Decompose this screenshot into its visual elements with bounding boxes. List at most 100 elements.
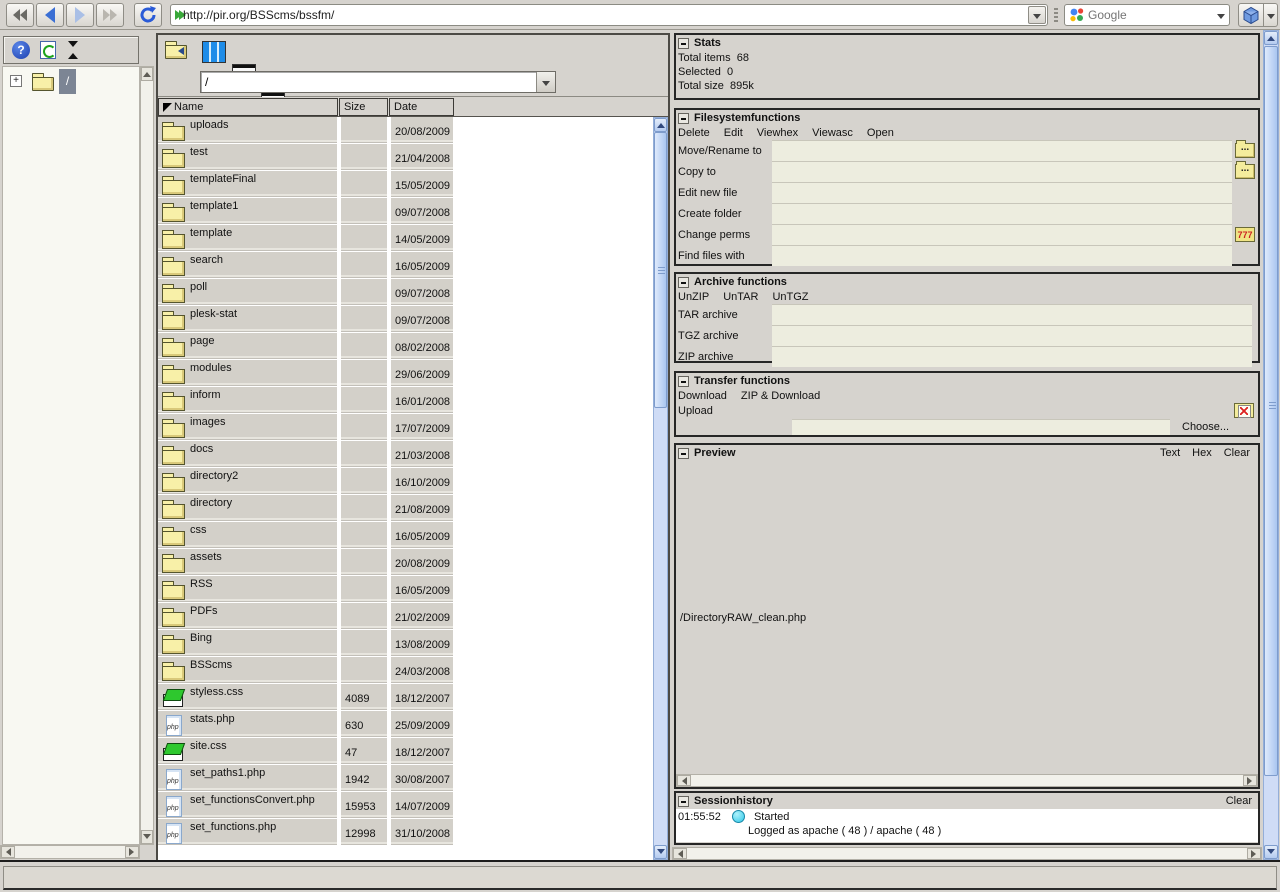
file-name-cell[interactable]: templateFinal (158, 171, 337, 197)
column-header-date[interactable]: Date (389, 98, 454, 116)
search-engine-dropdown-icon[interactable] (1217, 14, 1225, 19)
file-name[interactable]: search (190, 254, 223, 266)
file-row[interactable]: page 08/02/2008 (158, 333, 655, 360)
file-row[interactable]: search 16/05/2009 (158, 252, 655, 279)
file-name[interactable]: docs (190, 443, 213, 455)
scroll-right-button[interactable] (1247, 848, 1261, 859)
file-name[interactable]: template (190, 227, 232, 239)
file-name-cell[interactable]: php set_paths1.php (158, 765, 337, 791)
file-name-cell[interactable]: css (158, 522, 337, 548)
page-vertical-scrollbar[interactable] (1263, 30, 1279, 860)
collapse-tree-icon[interactable] (66, 41, 80, 59)
file-row[interactable]: site.css 47 18/12/2007 (158, 738, 655, 765)
file-name[interactable]: template1 (190, 200, 238, 212)
file-name[interactable]: set_functions.php (190, 821, 276, 833)
right-panel-horizontal-scrollbar[interactable] (672, 847, 1262, 860)
url-bar[interactable] (170, 4, 1048, 26)
file-name[interactable]: styless.css (190, 686, 243, 698)
file-name-cell[interactable]: images (158, 414, 337, 440)
file-name[interactable]: PDFs (190, 605, 218, 617)
file-row[interactable]: RSS 16/05/2009 (158, 576, 655, 603)
scroll-up-button[interactable] (654, 118, 667, 132)
file-name[interactable]: images (190, 416, 225, 428)
file-name[interactable]: poll (190, 281, 207, 293)
collapse-icon[interactable] (678, 795, 689, 807)
file-name[interactable]: Bing (190, 632, 212, 644)
file-name[interactable]: page (190, 335, 214, 347)
file-name[interactable]: stats.php (190, 713, 235, 725)
scroll-left-button[interactable] (673, 848, 687, 859)
file-row[interactable]: css 16/05/2009 (158, 522, 655, 549)
file-name-cell[interactable]: assets (158, 549, 337, 575)
action-link[interactable]: Delete (678, 127, 710, 139)
file-row[interactable]: images 17/07/2009 (158, 414, 655, 441)
file-name-cell[interactable]: Bing (158, 630, 337, 656)
file-name-cell[interactable]: php set_functionsConvert.php (158, 792, 337, 818)
history-forward-fast-button[interactable] (96, 3, 124, 27)
file-name[interactable]: templateFinal (190, 173, 256, 185)
action-link[interactable]: Edit (724, 127, 743, 139)
refresh-tree-icon[interactable] (40, 41, 56, 59)
action-link[interactable]: ZIP & Download (741, 390, 820, 402)
file-name-cell[interactable]: directory2 (158, 468, 337, 494)
field-input[interactable] (772, 203, 1232, 224)
forward-button[interactable] (66, 3, 94, 27)
file-name-cell[interactable]: uploads (158, 117, 337, 143)
action-link[interactable]: UnTGZ (772, 291, 808, 303)
panel-toggle-button[interactable] (1238, 3, 1264, 27)
scroll-up-button[interactable] (141, 67, 153, 81)
file-name-cell[interactable]: BSScms (158, 657, 337, 683)
field-input[interactable] (772, 245, 1232, 266)
file-name-cell[interactable]: plesk-stat (158, 306, 337, 332)
file-name[interactable]: set_functionsConvert.php (190, 794, 315, 806)
field-input[interactable] (772, 161, 1232, 182)
file-row[interactable]: poll 09/07/2008 (158, 279, 655, 306)
back-button[interactable] (36, 3, 64, 27)
folder-icon[interactable] (31, 71, 55, 91)
url-history-dropdown-button[interactable] (1028, 6, 1046, 24)
column-header-name[interactable]: Name (158, 98, 338, 116)
file-name[interactable]: inform (190, 389, 221, 401)
field-input[interactable] (772, 325, 1252, 346)
file-row[interactable]: test 21/04/2008 (158, 144, 655, 171)
collapse-icon[interactable] (678, 375, 689, 387)
scrollbar-thumb[interactable] (1264, 46, 1278, 776)
history-back-fast-button[interactable] (6, 3, 34, 27)
sidebar-vertical-scrollbar[interactable] (140, 66, 154, 845)
file-name-cell[interactable]: directory (158, 495, 337, 521)
path-input[interactable] (201, 72, 536, 92)
field-input[interactable] (772, 140, 1232, 161)
file-row[interactable]: docs 21/03/2008 (158, 441, 655, 468)
scroll-down-button[interactable] (654, 845, 667, 859)
file-name-cell[interactable]: template1 (158, 198, 337, 224)
action-link[interactable]: UnZIP (678, 291, 709, 303)
file-row[interactable]: styless.css 4089 18/12/2007 (158, 684, 655, 711)
file-name-cell[interactable]: site.css (158, 738, 337, 764)
file-row[interactable]: inform 16/01/2008 (158, 387, 655, 414)
path-dropdown-button[interactable] (536, 72, 555, 92)
file-name-cell[interactable]: styless.css (158, 684, 337, 710)
scroll-right-button[interactable] (125, 846, 139, 858)
url-input[interactable] (183, 8, 1043, 22)
file-name[interactable]: test (190, 146, 208, 158)
collapse-icon[interactable] (678, 447, 689, 459)
sidebar-horizontal-scrollbar[interactable] (0, 845, 140, 859)
file-row[interactable]: plesk-stat 09/07/2008 (158, 306, 655, 333)
file-name[interactable]: plesk-stat (190, 308, 237, 320)
file-row[interactable]: assets 20/08/2009 (158, 549, 655, 576)
field-icon[interactable]: 777 (1235, 227, 1255, 242)
file-name[interactable]: directory (190, 497, 232, 509)
scroll-down-button[interactable] (141, 830, 153, 844)
file-row[interactable]: uploads 20/08/2009 (158, 117, 655, 144)
file-name[interactable]: directory2 (190, 470, 238, 482)
file-name-cell[interactable]: docs (158, 441, 337, 467)
file-name-cell[interactable]: php set_functions.php (158, 819, 337, 845)
file-name[interactable]: css (190, 524, 207, 536)
file-name[interactable]: uploads (190, 119, 229, 131)
file-row[interactable]: php set_functions.php 12998 31/10/2008 (158, 819, 655, 846)
file-row[interactable]: modules 29/06/2009 (158, 360, 655, 387)
file-name-cell[interactable]: test (158, 144, 337, 170)
help-icon[interactable]: ? (12, 41, 30, 59)
file-name[interactable]: assets (190, 551, 222, 563)
scroll-up-button[interactable] (1264, 31, 1278, 45)
